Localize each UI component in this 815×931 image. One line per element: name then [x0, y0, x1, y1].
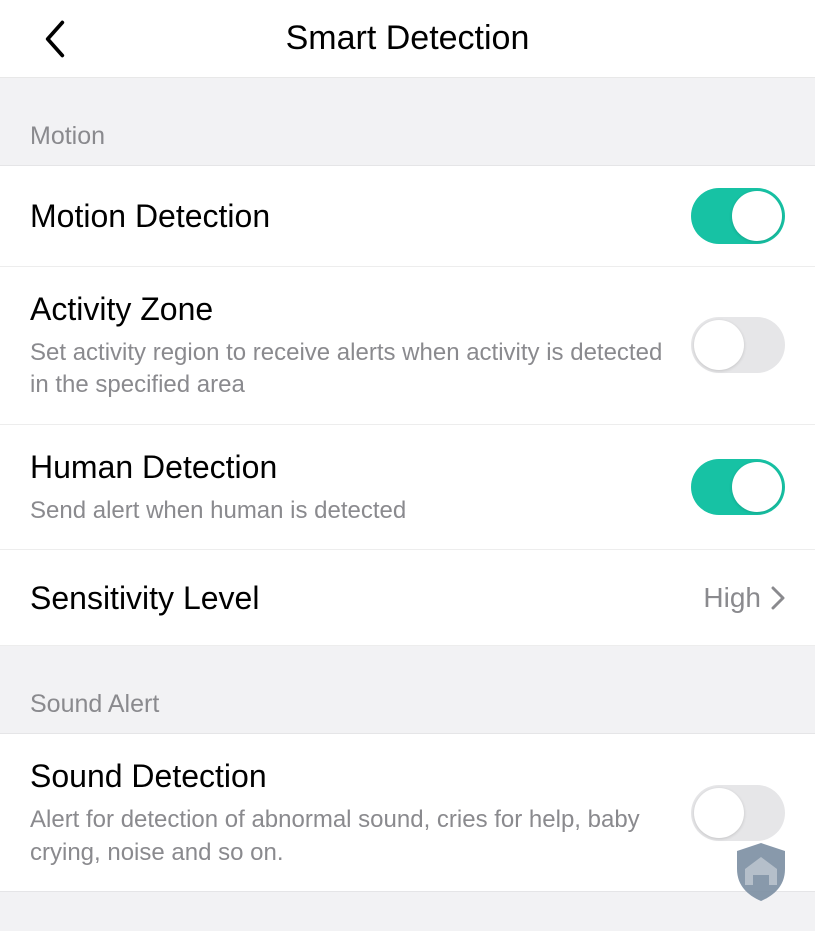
row-sound-detection: Sound Detection Alert for detection of a…: [0, 734, 815, 892]
page-title: Smart Detection: [0, 19, 815, 58]
sensitivity-level-value: High: [703, 582, 761, 614]
toggle-knob: [732, 462, 782, 512]
sensitivity-level-label: Sensitivity Level: [30, 578, 683, 618]
toggle-knob: [694, 320, 744, 370]
row-activity-zone: Activity Zone Set activity region to rec…: [0, 267, 815, 425]
human-detection-label: Human Detection: [30, 447, 671, 487]
toggle-knob: [732, 191, 782, 241]
sound-detection-toggle[interactable]: [691, 785, 785, 841]
bottom-gap: [0, 892, 815, 920]
human-detection-desc: Send alert when human is detected: [30, 495, 671, 527]
sound-detection-desc: Alert for detection of abnormal sound, c…: [30, 804, 671, 869]
header: Smart Detection: [0, 0, 815, 78]
motion-detection-toggle[interactable]: [691, 188, 785, 244]
row-motion-detection: Motion Detection: [0, 166, 815, 267]
back-button[interactable]: [35, 19, 75, 59]
shield-house-watermark-icon: [729, 839, 793, 903]
section-header-sound: Sound Alert: [0, 668, 815, 734]
sound-detection-label: Sound Detection: [30, 756, 671, 796]
activity-zone-desc: Set activity region to receive alerts wh…: [30, 337, 671, 402]
toggle-knob: [694, 788, 744, 838]
motion-detection-label: Motion Detection: [30, 196, 671, 236]
activity-zone-label: Activity Zone: [30, 289, 671, 329]
row-sensitivity-level[interactable]: Sensitivity Level High: [0, 550, 815, 646]
chevron-left-icon: [44, 20, 66, 58]
section-header-motion: Motion: [0, 100, 815, 166]
chevron-right-icon: [771, 586, 785, 610]
row-human-detection: Human Detection Send alert when human is…: [0, 425, 815, 550]
activity-zone-toggle[interactable]: [691, 317, 785, 373]
human-detection-toggle[interactable]: [691, 459, 785, 515]
